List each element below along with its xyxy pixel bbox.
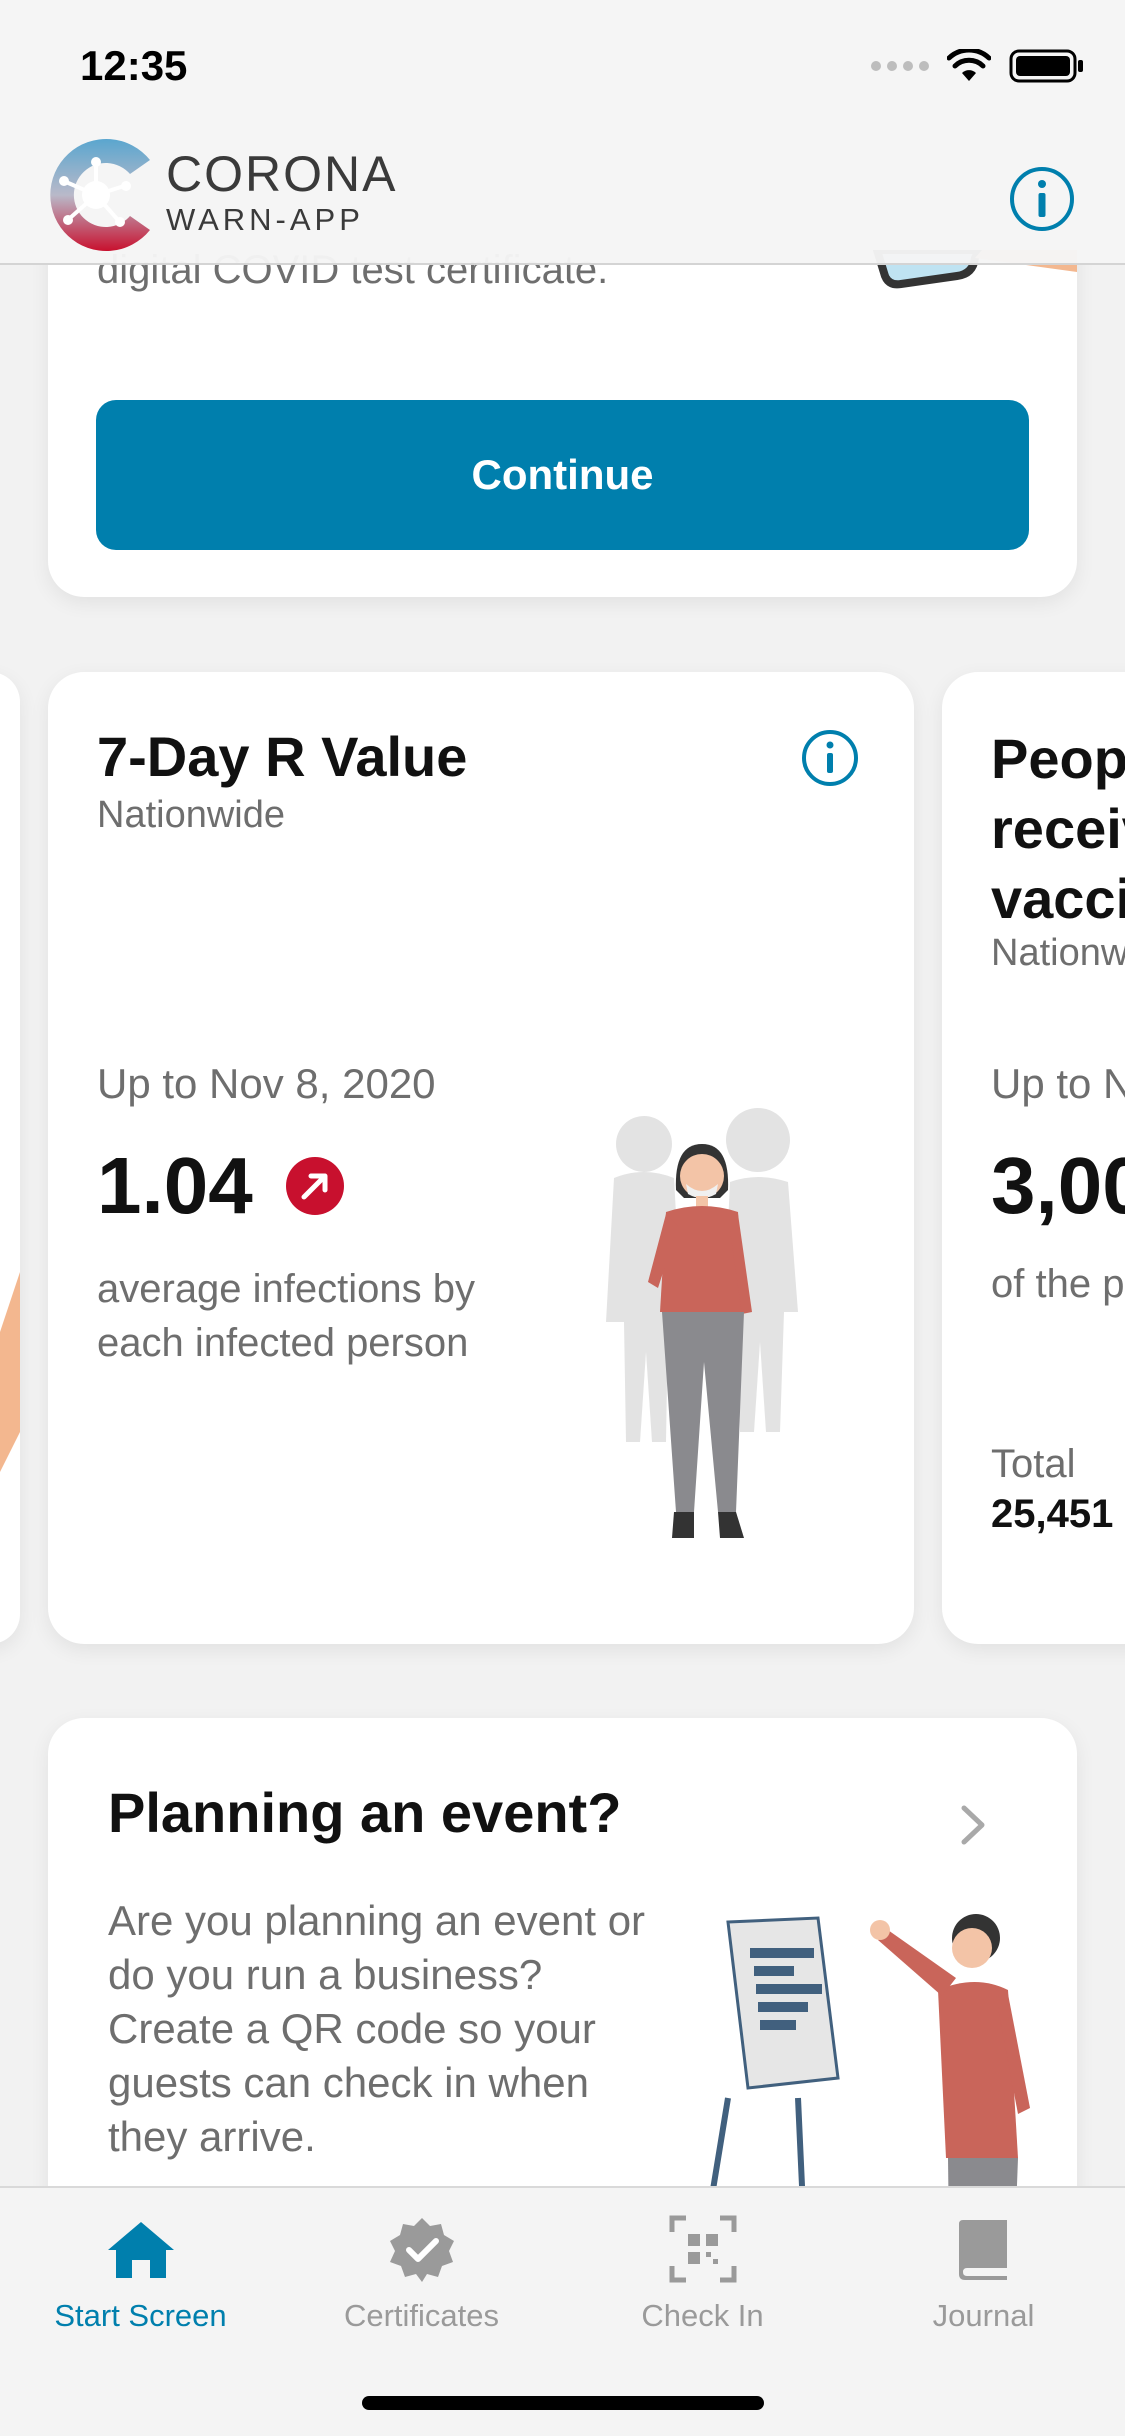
stat-subtitle: Nationwide bbox=[97, 794, 285, 836]
tab-start-screen[interactable]: Start Screen bbox=[0, 2188, 281, 2348]
stat-description: of the p bbox=[991, 1262, 1125, 1306]
stat-description: average infections by each infected pers… bbox=[97, 1267, 476, 1365]
r-value-card[interactable]: 7-Day R Value Nationwide Up to Nov 8, 20… bbox=[48, 672, 914, 1644]
tab-label: Certificates bbox=[343, 2298, 500, 2333]
corona-warn-app-logo bbox=[50, 139, 150, 252]
stat-total-value: 25,451 bbox=[991, 1492, 1114, 1536]
stat-total-label: Total bbox=[991, 1442, 1076, 1486]
status-bar: 12:35 bbox=[0, 0, 1125, 135]
tab-label: Check In bbox=[641, 2298, 764, 2333]
tab-journal[interactable]: Journal bbox=[843, 2188, 1124, 2348]
chevron-right-icon bbox=[961, 1805, 985, 1845]
wifi-icon bbox=[947, 49, 991, 81]
stat-title: People receiving vaccination bbox=[991, 727, 1125, 930]
vaccination-card[interactable]: People receiving vaccination Nationwide … bbox=[942, 672, 1125, 1644]
home-indicator[interactable] bbox=[362, 2396, 764, 2410]
stat-subtitle: Nationwide bbox=[991, 932, 1125, 974]
book-icon bbox=[958, 2220, 1007, 2280]
people-illustration bbox=[606, 1108, 798, 1538]
partial-illustration bbox=[0, 1272, 20, 1472]
brand-sub: WARN-APP bbox=[166, 202, 364, 237]
brand-main: CORONA bbox=[166, 146, 398, 202]
qr-scan-icon bbox=[669, 2215, 736, 2283]
status-icons bbox=[871, 48, 1085, 84]
stat-date: Up to N bbox=[991, 1060, 1125, 1107]
stat-value: 3,00 bbox=[991, 1141, 1125, 1230]
event-body: Are you planning an event or do you run … bbox=[108, 1897, 646, 2160]
trend-up-icon bbox=[286, 1157, 344, 1215]
tab-certificates[interactable]: Certificates bbox=[281, 2188, 562, 2348]
event-title: Planning an event? bbox=[108, 1781, 622, 1844]
cellular-signal-icon bbox=[871, 61, 929, 71]
stat-date: Up to Nov 8, 2020 bbox=[97, 1060, 436, 1107]
home-icon bbox=[107, 2222, 174, 2278]
tab-label: Journal bbox=[932, 2298, 1035, 2333]
battery-icon bbox=[1009, 49, 1083, 83]
info-icon[interactable] bbox=[800, 728, 860, 788]
brand-name: CORONA WARN-APP bbox=[166, 148, 397, 238]
continue-button[interactable]: Continue bbox=[96, 400, 1029, 550]
previous-stat-card[interactable] bbox=[0, 672, 20, 1644]
tab-label: Start Screen bbox=[54, 2298, 227, 2333]
status-time: 12:35 bbox=[80, 42, 188, 89]
certificate-badge-icon bbox=[389, 2218, 454, 2282]
stat-title: 7-Day R Value bbox=[97, 725, 468, 788]
tab-check-in[interactable]: Check In bbox=[562, 2188, 843, 2348]
info-icon[interactable] bbox=[1009, 166, 1075, 232]
stat-value: 1.04 bbox=[97, 1141, 253, 1230]
